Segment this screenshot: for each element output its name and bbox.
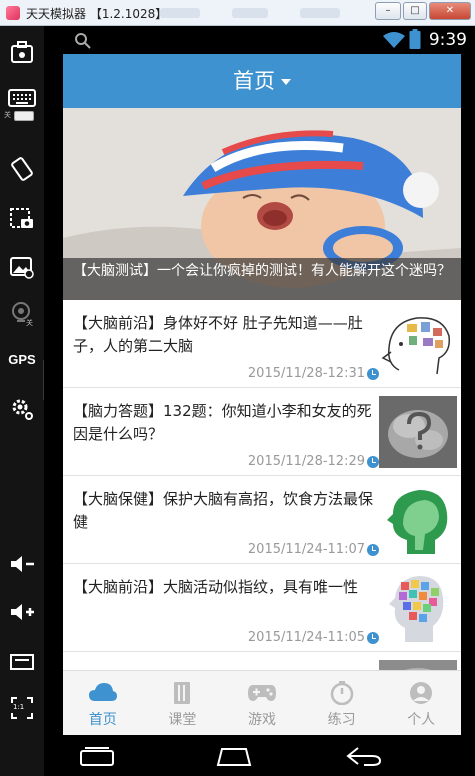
maximize-button[interactable]: □ — [403, 2, 427, 20]
gamepad-icon — [247, 685, 276, 701]
gear-icon — [12, 399, 33, 420]
search-icon[interactable] — [74, 32, 92, 50]
banner-caption: 【大脑测试】一个会让你疯掉的测试！有人能解开这个迷吗？ — [63, 258, 461, 300]
keyboard-toggle-switch[interactable] — [14, 111, 34, 121]
android-nav-bar — [44, 735, 475, 776]
rotate-icon — [11, 157, 33, 181]
news-item[interactable]: 【大脑保健】保护大脑有高招，饮食方法最保健 2015/11/24-11:07 — [63, 476, 461, 564]
blurred-tab — [232, 8, 268, 18]
keyboard-toggle-label: 关 — [4, 111, 11, 119]
close-button[interactable]: ✕ — [429, 2, 471, 20]
news-thumbnail — [379, 396, 457, 468]
news-thumbnail — [379, 484, 457, 556]
tab-home[interactable]: 首页 — [63, 671, 143, 735]
volume-up-icon — [11, 604, 34, 620]
volume-up-button[interactable] — [0, 600, 44, 624]
clock-icon — [367, 632, 379, 644]
screenshot-button[interactable] — [0, 206, 44, 232]
window-title: 天天模拟器 【1.2.1028】 — [26, 7, 168, 21]
keyboard-button[interactable]: 关 — [0, 88, 44, 121]
stopwatch-icon — [330, 681, 353, 705]
camera-toggle-button[interactable]: 关 — [0, 300, 44, 327]
news-item-partial[interactable] — [63, 652, 461, 670]
back-nav-icon[interactable] — [344, 745, 384, 767]
tab-label: 首页 — [88, 712, 117, 728]
news-headline: 【脑力答题】132题：你知道小李和女友的死因是什么吗？ — [73, 402, 372, 443]
caret-down-icon — [281, 79, 291, 85]
gallery-button[interactable] — [0, 254, 44, 280]
menu-icon — [10, 654, 34, 670]
green-head-profile-image — [379, 484, 457, 556]
cloud-icon — [88, 683, 117, 701]
clock-icon — [367, 544, 379, 556]
tab-practice[interactable]: 练习 — [302, 671, 382, 735]
banner-carousel[interactable]: 【大脑测试】一个会让你疯掉的测试！有人能解开这个迷吗？ — [63, 108, 461, 300]
blurred-tab — [160, 8, 200, 18]
tab-label: 游戏 — [247, 712, 276, 728]
home-nav-icon[interactable] — [214, 745, 254, 767]
news-item[interactable]: 【脑力答题】132题：你知道小李和女友的死因是什么吗？ 2015/11/28-1… — [63, 388, 461, 476]
news-item[interactable]: 【大脑前沿】大脑活动似指纹，具有唯一性 2015/11/24-11:05 — [63, 564, 461, 652]
apk-icon — [11, 41, 33, 63]
brain-head-sketch-image — [379, 308, 457, 380]
status-bar: 9:39 — [44, 26, 475, 54]
screenshot-icon — [10, 208, 33, 228]
status-time: 9:39 — [428, 30, 467, 50]
question-mark-cloud-image — [379, 396, 457, 468]
header-title-dropdown[interactable]: 首页 — [63, 54, 461, 108]
rotate-button[interactable] — [0, 156, 44, 182]
page-title: 首页 — [233, 69, 275, 93]
book-icon — [174, 682, 191, 704]
news-thumbnail — [379, 660, 457, 670]
battery-icon — [409, 29, 421, 49]
apk-install-button[interactable] — [0, 40, 44, 66]
bottom-tab-bar: 首页 课堂 游戏 练习 个人 — [63, 670, 461, 735]
emulator-logo-icon — [6, 6, 20, 20]
news-date: 2015/11/24-11:05 — [247, 630, 365, 645]
image-icon — [10, 257, 34, 279]
news-date: 2015/11/24-11:07 — [247, 542, 365, 557]
app-header: 首页 — [63, 54, 461, 108]
tab-label: 练习 — [327, 712, 356, 728]
person-icon — [410, 682, 433, 704]
tab-games[interactable]: 游戏 — [222, 671, 302, 735]
tab-label: 个人 — [407, 712, 436, 728]
blurred-tab — [300, 8, 340, 18]
tab-classroom[interactable]: 课堂 — [143, 671, 223, 735]
news-date: 2015/11/28-12:29 — [247, 454, 365, 469]
emulator-sidebar: 关 关 GPS 1:1 — [0, 26, 44, 776]
news-thumbnail-image — [379, 660, 457, 670]
clock-icon — [367, 456, 379, 468]
wifi-icon — [383, 32, 405, 48]
emulator-title-bar: 天天模拟器 【1.2.1028】 – □ ✕ — [0, 0, 475, 26]
news-headline: 【大脑前沿】大脑活动似指纹，具有唯一性 — [73, 578, 359, 596]
ratio-label: 1:1 — [13, 703, 25, 711]
volume-down-icon — [11, 556, 34, 572]
recent-apps-icon[interactable] — [79, 745, 115, 767]
menu-button[interactable] — [0, 652, 44, 672]
colorful-head-silhouette-image — [379, 572, 457, 644]
tab-profile[interactable]: 个人 — [381, 671, 461, 735]
settings-button[interactable] — [0, 396, 44, 422]
camera-toggle-label: 关 — [26, 319, 33, 327]
news-item[interactable]: 【大脑前沿】身体好不好 肚子先知道——肚子，人的第二大脑 2015/11/28-… — [63, 300, 461, 388]
volume-down-button[interactable] — [0, 552, 44, 576]
news-date: 2015/11/28-12:31 — [247, 366, 365, 381]
news-headline: 【大脑保健】保护大脑有高招，饮食方法最保健 — [73, 490, 374, 531]
minimize-button[interactable]: – — [375, 2, 401, 20]
tab-label: 课堂 — [168, 712, 197, 728]
ratio-button[interactable]: 1:1 — [0, 696, 44, 720]
clock-icon — [367, 368, 379, 380]
phone-screen: 9:39 首页 【大脑测试】一个会让你疯掉的测试！有人能解开这个迷吗？ 【大脑前… — [44, 26, 475, 735]
news-thumbnail — [379, 308, 457, 380]
home-feed: 【大脑测试】一个会让你疯掉的测试！有人能解开这个迷吗？ 【大脑前沿】身体好不好 … — [63, 108, 461, 670]
news-thumbnail — [379, 572, 457, 644]
gps-button[interactable]: GPS — [0, 352, 44, 367]
keyboard-icon — [8, 89, 36, 107]
news-headline: 【大脑前沿】身体好不好 肚子先知道——肚子，人的第二大脑 — [73, 314, 363, 355]
